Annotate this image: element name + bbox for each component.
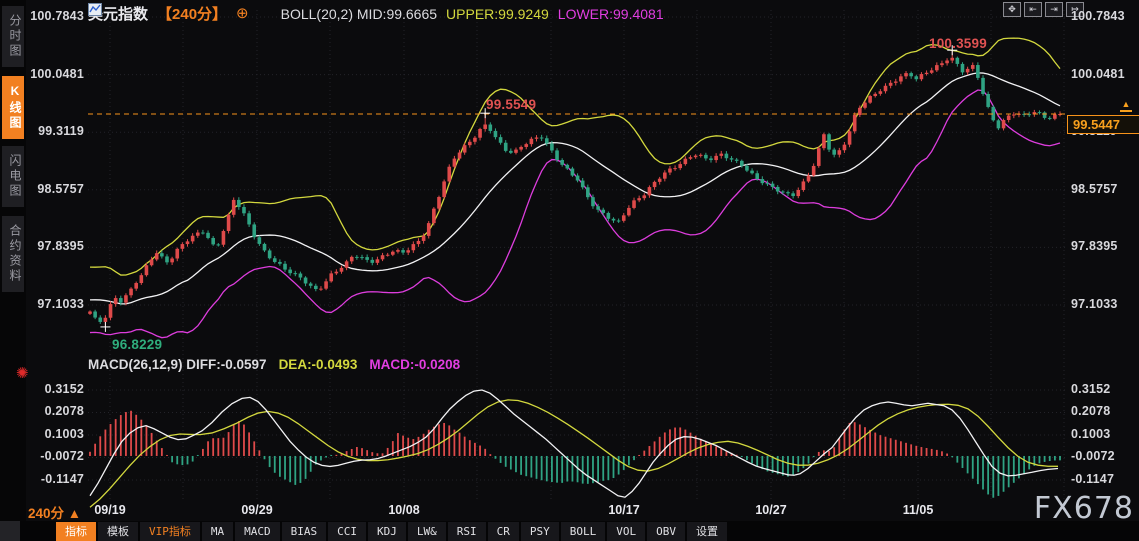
macd-tick-label-right: 0.3152: [1071, 382, 1111, 396]
low-price-annotation: 96.8229: [112, 337, 163, 352]
macd-dea-readout: DEA:-0.0493: [278, 357, 358, 372]
toolbar-button-13[interactable]: VOL: [607, 522, 646, 541]
toolbar-button-1[interactable]: 模板: [98, 522, 138, 541]
toolbar-button-10[interactable]: CR: [487, 522, 519, 541]
price-tick-label-left: 97.1033: [37, 296, 84, 311]
toolbar-button-4[interactable]: MACD: [235, 522, 280, 541]
x-axis-label: 09/19: [94, 503, 126, 517]
price-tick-label-left: 99.3119: [38, 124, 84, 139]
axis-compress-left-icon[interactable]: ⇤: [1024, 2, 1042, 17]
interval-label[interactable]: 【240分】: [157, 3, 227, 24]
toolbar-button-0[interactable]: 指标: [56, 522, 96, 541]
macd-tick-label-right: 0.2078: [1071, 404, 1111, 419]
macd-tick-label-left: -0.0072: [40, 449, 84, 464]
macd-tick-label-left: 0.3152: [44, 382, 84, 396]
axis-compress-right-icon[interactable]: ⇥: [1045, 2, 1063, 17]
indicator-chart-icon[interactable]: [88, 3, 272, 20]
toolbar-button-7[interactable]: KDJ: [368, 522, 406, 541]
up-triangle-icon: ▲: [67, 506, 82, 521]
latest-price-anchor-icon[interactable]: ▲: [1120, 99, 1132, 112]
boll-lower-readout: LOWER:99.4081: [557, 5, 664, 22]
toolbar-button-3[interactable]: MA: [201, 522, 234, 541]
last-price-badge: 99.5447: [1067, 115, 1139, 134]
toolbar-button-8[interactable]: LW&: [407, 522, 446, 541]
price-tick-label-left: 97.8395: [37, 239, 84, 254]
price-tick-label-left: 100.0481: [30, 66, 84, 81]
toolbar-button-5[interactable]: BIAS: [281, 522, 327, 541]
x-axis-label: 10/08: [388, 503, 420, 517]
price-chart-canvas[interactable]: [0, 0, 1139, 541]
pan-tool-icon[interactable]: ✥: [1003, 2, 1021, 17]
footer-interval-selector[interactable]: 240分 ▲: [28, 502, 81, 522]
macd-header: MACD(26,12,9) DIFF:-0.0597 DEA:-0.0493 M…: [88, 357, 460, 372]
macd-diff-readout: MACD(26,12,9) DIFF:-0.0597: [88, 357, 267, 372]
chart-header: 美元指数 【240分】 ⊕ BOLL(20,2) MID:99.6665 UPP…: [88, 3, 664, 24]
macd-tick-label-left: 0.1003: [44, 426, 84, 441]
price-tick-label-right: 100.7843: [1071, 9, 1125, 23]
macd-tick-label-right: -0.0072: [1071, 449, 1115, 464]
macd-tick-label-right: -0.1147: [1071, 471, 1115, 486]
indicator-toolbar: 指标 模板 VIP指标 MA MACD BIAS CCI KDJ LW& RSI CR PSY BOLL…: [56, 522, 727, 541]
high-price-annotation: 100.3599: [929, 36, 987, 51]
price-tick-label-right: 100.0481: [1071, 66, 1125, 81]
x-axis-label: 10/27: [755, 503, 787, 517]
circle-plus-icon[interactable]: ⊕: [236, 6, 249, 21]
price-tick-label-right: 98.5757: [1071, 181, 1118, 196]
macd-tick-label-left: 0.2078: [44, 404, 84, 419]
price-tick-label-left: 100.7843: [30, 9, 84, 23]
trading-terminal: 分时图 K线图 闪电图 合约资料 ✺ 美元指数 【240分】 ⊕ BOLL(20…: [0, 0, 1139, 541]
macd-tick-label-left: -0.1147: [40, 471, 84, 486]
toolbar-button-12[interactable]: BOLL: [560, 522, 606, 541]
macd-value-readout: MACD:-0.0208: [369, 357, 461, 372]
sidebar-item-lightning[interactable]: 闪电图: [2, 146, 24, 207]
sidebar-item-contract-info[interactable]: 合约资料: [2, 216, 24, 292]
toolbar-button-15[interactable]: 设置: [687, 522, 727, 541]
corner-block: [0, 521, 20, 541]
toolbar-button-14[interactable]: OBV: [647, 522, 685, 541]
toolbar-button-9[interactable]: RSI: [447, 522, 486, 541]
watermark: FX678: [1033, 491, 1134, 526]
high-price-annotation: 99.5549: [486, 97, 537, 112]
x-axis-label: 11/05: [902, 503, 934, 517]
price-tick-label-right: 97.1033: [1071, 296, 1118, 311]
boll-upper-readout: UPPER:99.9249: [446, 5, 549, 22]
toolbar-button-6[interactable]: CCI: [328, 522, 366, 541]
toolbar-button-2[interactable]: VIP指标: [140, 522, 200, 541]
macd-tick-label-right: 0.1003: [1071, 426, 1111, 441]
alarm-icon[interactable]: ✺: [16, 364, 29, 382]
boll-mid-readout: BOLL(20,2) MID:99.6665: [280, 5, 438, 22]
x-axis-label: 10/17: [608, 503, 640, 517]
price-tick-label-right: 97.8395: [1071, 239, 1118, 254]
x-axis-label: 09/29: [241, 503, 273, 517]
toolbar-button-11[interactable]: PSY: [520, 522, 559, 541]
price-tick-label-left: 98.5757: [37, 181, 84, 196]
